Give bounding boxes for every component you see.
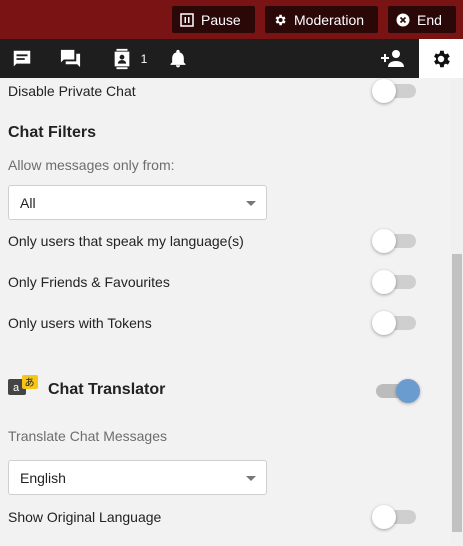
scrollbar-track[interactable] [451, 78, 463, 546]
add-user-icon [381, 49, 404, 67]
pause-icon [180, 12, 194, 27]
translate-language-value: English [20, 469, 66, 486]
filter-tokens-label: Only users with Tokens [8, 315, 152, 331]
filter-friends-toggle[interactable] [372, 270, 416, 294]
allow-messages-value: All [20, 194, 36, 211]
show-original-language-toggle[interactable] [372, 505, 416, 529]
tab-bar: 1 [0, 39, 463, 78]
tab-chat[interactable] [0, 39, 44, 78]
tab-users[interactable]: 1 [104, 39, 154, 78]
filter-language-toggle[interactable] [372, 229, 416, 253]
tab-private-messages[interactable] [48, 39, 92, 78]
chat-icon [13, 50, 31, 66]
show-original-language-label: Show Original Language [8, 509, 162, 525]
filter-friends-label: Only Friends & Favourites [8, 274, 170, 290]
tab-settings[interactable] [419, 39, 463, 78]
tab-add-user[interactable] [372, 39, 416, 78]
allow-messages-select[interactable]: All [8, 185, 267, 220]
allow-messages-label: Allow messages only from: [8, 157, 175, 173]
end-button[interactable]: End [388, 6, 456, 33]
settings-panel: Disable Private Chat Chat Filters Allow … [0, 78, 451, 546]
forum-icon [60, 49, 80, 68]
filter-language-label: Only users that speak my language(s) [8, 233, 244, 249]
chat-translator-toggle[interactable] [376, 379, 420, 403]
contact-card-icon [114, 48, 129, 69]
top-bar: Pause Moderation End [0, 0, 463, 39]
chevron-down-icon [246, 201, 256, 206]
pause-label: Pause [201, 11, 241, 28]
tab-notifications[interactable] [156, 39, 200, 78]
end-label: End [417, 11, 442, 28]
users-count: 1 [140, 51, 148, 66]
filter-friends-row: Only Friends & Favourites [8, 267, 420, 297]
filter-tokens-toggle[interactable] [372, 311, 416, 335]
chat-filters-title: Chat Filters [8, 124, 97, 141]
bell-icon [170, 49, 186, 67]
disable-private-chat-toggle[interactable] [372, 79, 416, 103]
filter-language-row: Only users that speak my language(s) [8, 226, 420, 256]
close-circle-icon [396, 13, 410, 27]
scrollbar-thumb[interactable] [452, 254, 462, 532]
show-original-language-row: Show Original Language [8, 502, 420, 532]
moderation-button[interactable]: Moderation [265, 6, 378, 33]
chat-translator-title: Chat Translator [48, 381, 166, 398]
translate-language-select[interactable]: English [8, 460, 267, 495]
filter-tokens-row: Only users with Tokens [8, 308, 420, 338]
gear-icon [273, 13, 287, 27]
translate-icon: a あ [8, 375, 40, 399]
disable-private-chat-label: Disable Private Chat [8, 83, 136, 99]
svg-text:あ: あ [25, 377, 35, 389]
disable-private-chat-row: Disable Private Chat [8, 78, 420, 106]
moderation-label: Moderation [294, 11, 365, 28]
svg-text:a: a [13, 382, 20, 394]
chevron-down-icon [246, 476, 256, 481]
translate-messages-label: Translate Chat Messages [8, 428, 167, 444]
gear-icon [434, 50, 450, 67]
pause-button[interactable]: Pause [172, 6, 255, 33]
